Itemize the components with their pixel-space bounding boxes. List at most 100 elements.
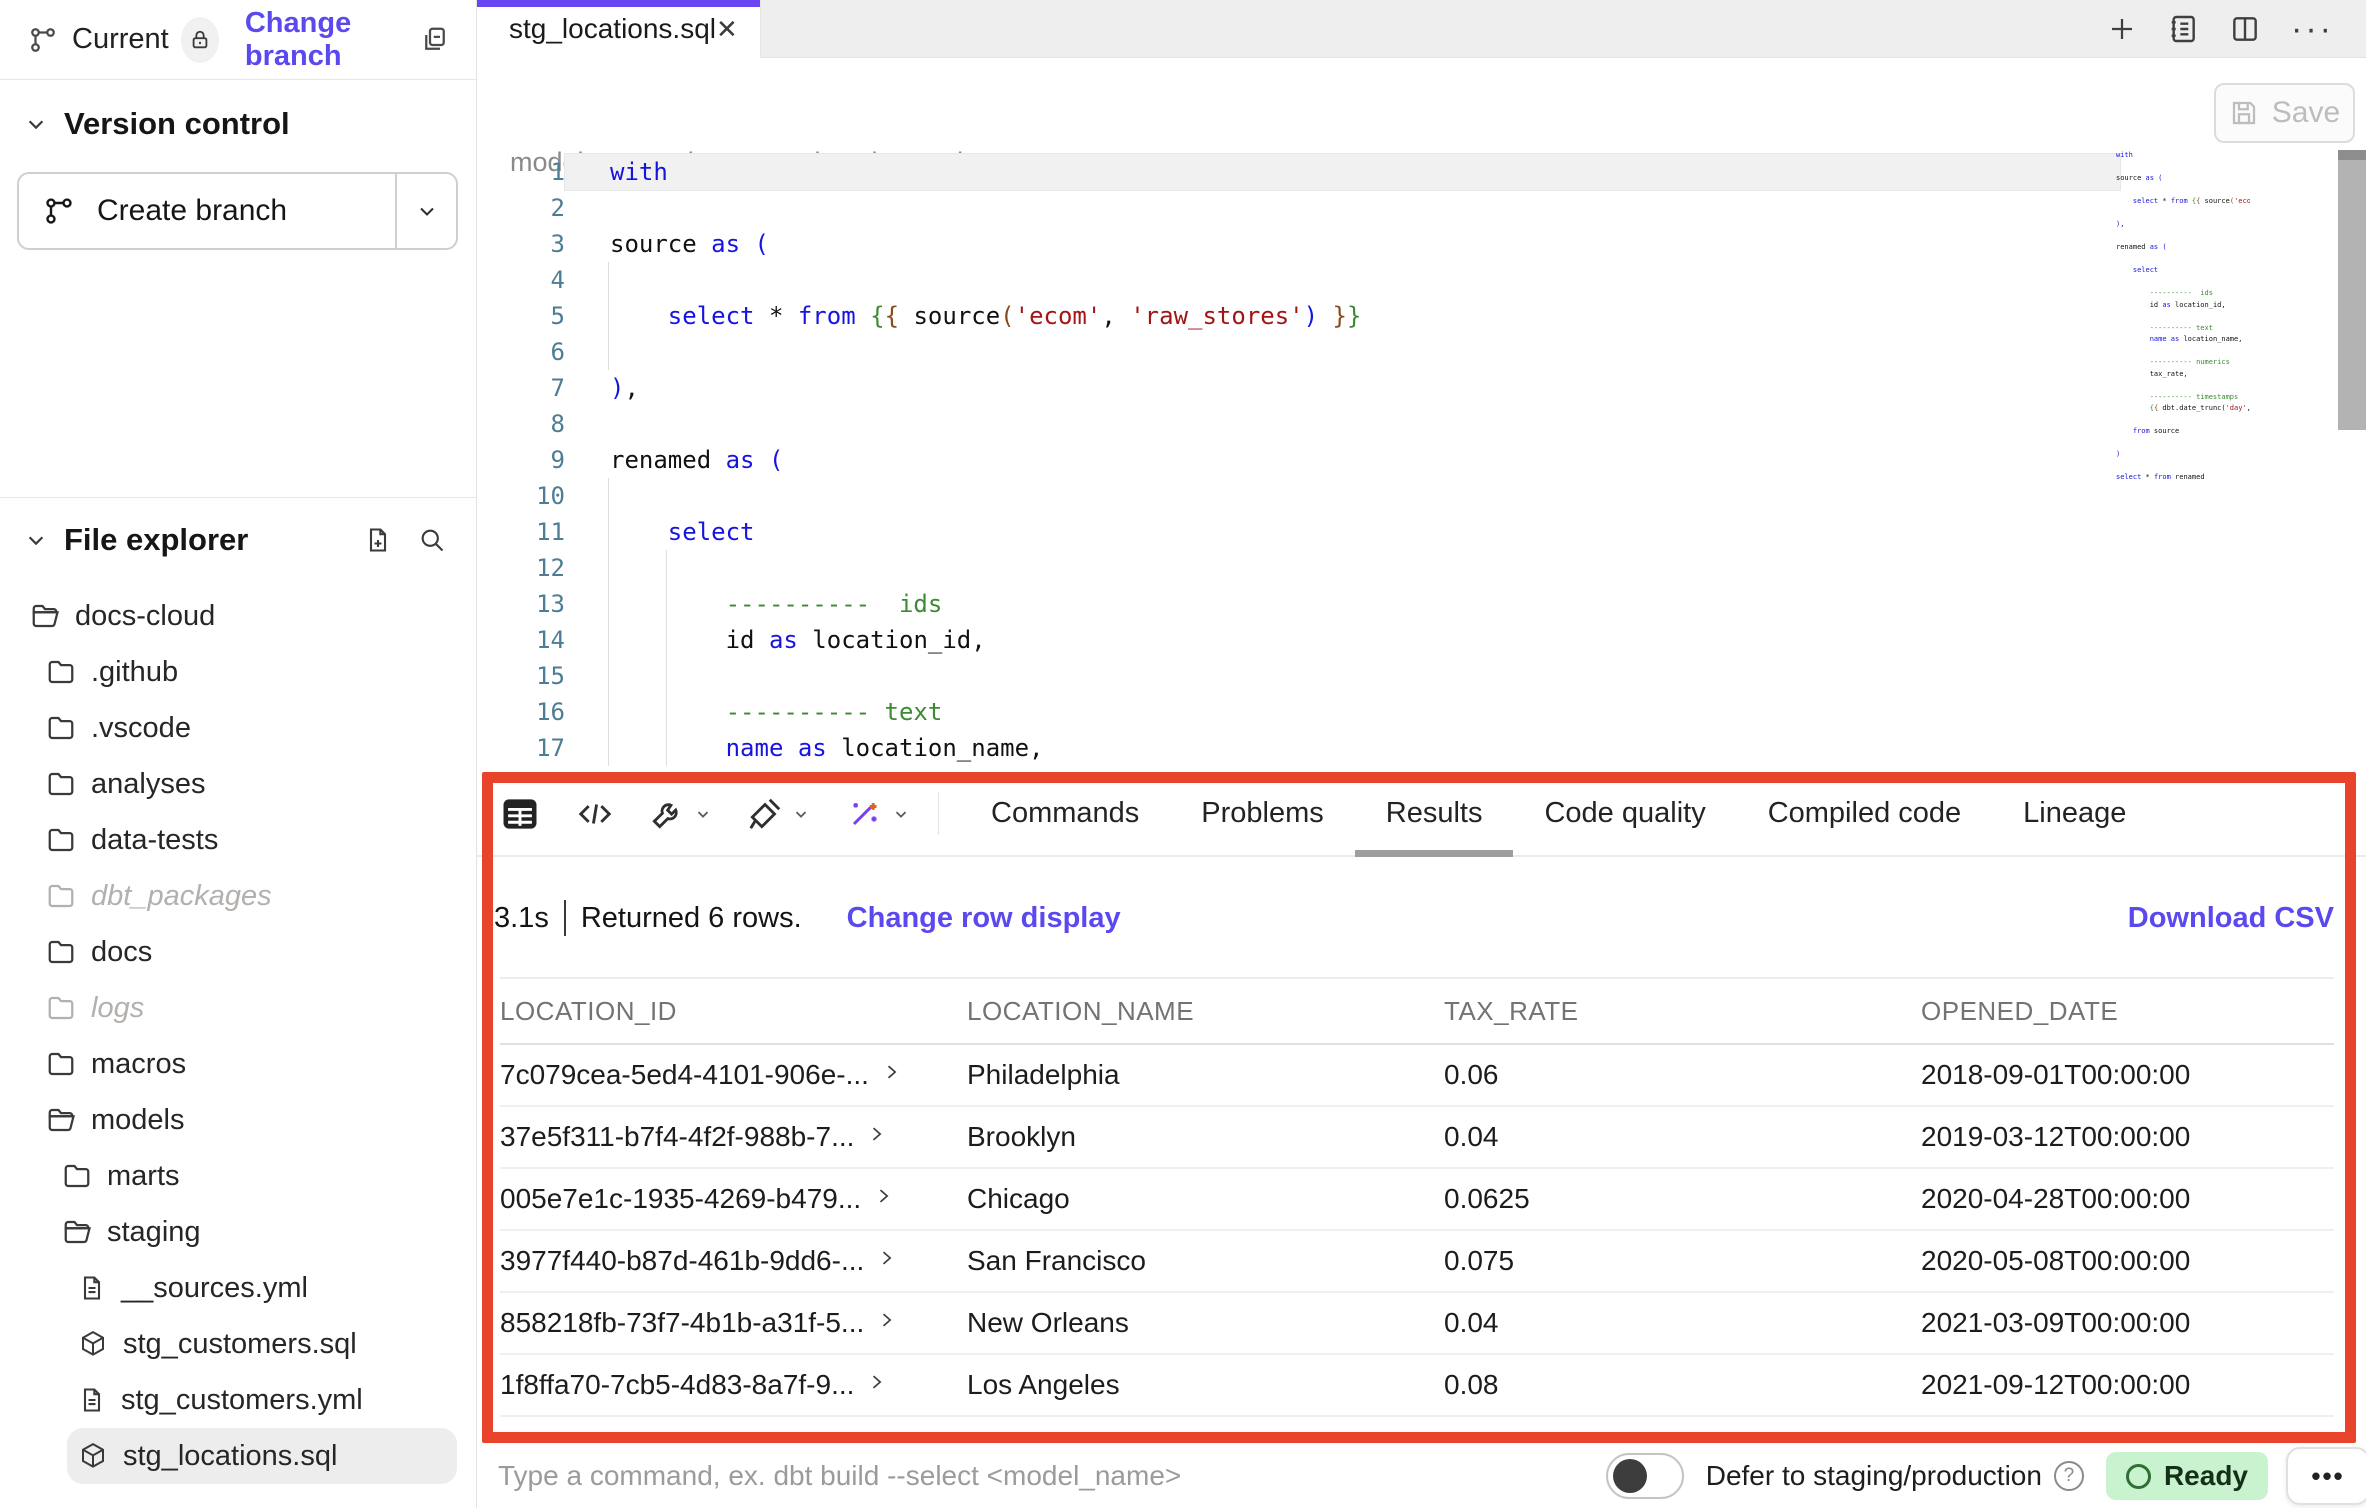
- file-tree-item-macros[interactable]: macros: [35, 1036, 476, 1092]
- change-row-display-link[interactable]: Change row display: [847, 902, 1121, 935]
- code-icon[interactable]: [576, 795, 614, 833]
- expand-cell-icon[interactable]: [876, 1310, 896, 1330]
- cell-location-id: 1f8ffa70-7cb5-4d83-8a7f-9...: [500, 1369, 967, 1401]
- file-tree-item-models[interactable]: models: [35, 1092, 476, 1148]
- file-tree-item-data-tests[interactable]: data-tests: [35, 812, 476, 868]
- code-line-content[interactable]: [565, 478, 2120, 514]
- code-line-content[interactable]: select: [565, 514, 2120, 550]
- folder-icon: [46, 937, 76, 967]
- ready-label: Ready: [2164, 1460, 2248, 1492]
- file-tree-item-docs[interactable]: docs: [35, 924, 476, 980]
- copy-icon[interactable]: [420, 25, 450, 55]
- code-line-content[interactable]: with: [565, 154, 2120, 190]
- folder-open-icon: [62, 1217, 92, 1247]
- code-line-content[interactable]: name as location_name,: [565, 730, 2120, 766]
- code-line-content[interactable]: source as (: [565, 226, 2120, 262]
- expand-cell-icon[interactable]: [876, 1248, 896, 1268]
- panel-tab-problems[interactable]: Problems: [1201, 772, 1324, 855]
- file-tree-item-stg-locations-sql[interactable]: stg_locations.sql: [67, 1428, 457, 1484]
- more-options-icon[interactable]: ···: [2291, 12, 2334, 46]
- chevron-down-icon: [892, 805, 910, 823]
- code-line-content[interactable]: [565, 334, 2120, 370]
- change-branch-link[interactable]: Change branch: [245, 7, 420, 73]
- code-line-content[interactable]: [565, 406, 2120, 442]
- file-tree-label: docs: [91, 936, 152, 969]
- file-tree-label: staging: [107, 1216, 201, 1249]
- tab-stg-locations-sql[interactable]: stg_locations.sql ✕: [477, 0, 761, 58]
- defer-toggle[interactable]: [1606, 1453, 1684, 1499]
- panel-tab-lineage[interactable]: Lineage: [2023, 772, 2126, 855]
- file-tree-item-stg-customers-yml[interactable]: stg_customers.yml: [67, 1372, 476, 1428]
- file-tree-label: .vscode: [91, 712, 191, 745]
- expand-cell-icon[interactable]: [881, 1062, 901, 1082]
- expand-cell-icon[interactable]: [873, 1186, 893, 1206]
- code-line-content[interactable]: [565, 262, 2120, 298]
- command-input[interactable]: Type a command, ex. dbt build --select <…: [498, 1460, 1606, 1492]
- file-tree-item-analyses[interactable]: analyses: [35, 756, 476, 812]
- panel-tab-compiled-code[interactable]: Compiled code: [1768, 772, 1961, 855]
- expand-cell-icon[interactable]: [866, 1124, 886, 1144]
- file-tree-item-staging[interactable]: staging: [51, 1204, 476, 1260]
- close-icon[interactable]: ✕: [716, 14, 738, 45]
- notebook-icon[interactable]: [2167, 13, 2199, 45]
- create-branch-dropdown[interactable]: [395, 174, 456, 248]
- file-tree-item--vscode[interactable]: .vscode: [35, 700, 476, 756]
- code-lines: 1with23source as (45 select * from {{ so…: [477, 154, 2366, 766]
- file-tree-item-marts[interactable]: marts: [51, 1148, 476, 1204]
- statusbar-more-button[interactable]: •••: [2286, 1447, 2366, 1505]
- file-tree-item-docs-cloud[interactable]: docs-cloud: [19, 588, 476, 644]
- file-tree-item--github[interactable]: .github: [35, 644, 476, 700]
- copilot-icon[interactable]: [844, 794, 910, 834]
- code-line-5: 5 select * from {{ source('ecom', 'raw_s…: [477, 298, 2366, 334]
- search-icon[interactable]: [418, 526, 446, 554]
- results-table-icon[interactable]: [498, 792, 542, 836]
- panel-tab-commands[interactable]: Commands: [991, 772, 1139, 855]
- chevron-down-icon[interactable]: [25, 113, 47, 135]
- help-icon[interactable]: ?: [2054, 1461, 2084, 1491]
- code-line-content[interactable]: [565, 550, 2120, 586]
- column-header-location_name: LOCATION_NAME: [967, 996, 1444, 1027]
- chevron-down-icon[interactable]: [25, 529, 47, 551]
- new-file-icon[interactable]: [364, 526, 392, 554]
- code-line-7: 7),: [477, 370, 2366, 406]
- model-icon: [78, 1329, 108, 1359]
- expand-cell-icon[interactable]: [866, 1372, 886, 1392]
- cell-tax-rate: 0.0625: [1444, 1183, 1921, 1215]
- panel-tab-code-quality[interactable]: Code quality: [1544, 772, 1705, 855]
- editor-minimap[interactable]: with source as ( select * from {{ source…: [2116, 150, 2250, 495]
- file-tree-item-logs[interactable]: logs: [35, 980, 476, 1036]
- create-branch-button[interactable]: Create branch: [17, 172, 458, 250]
- branch-icon: [43, 195, 75, 227]
- file-tree-item-dbt-packages[interactable]: dbt_packages: [35, 868, 476, 924]
- code-line-content[interactable]: renamed as (: [565, 442, 2120, 478]
- editor-tabbar: stg_locations.sql ✕ ···: [477, 0, 2366, 58]
- panel-tab-results[interactable]: Results: [1386, 772, 1483, 855]
- split-pane-icon[interactable]: [2229, 13, 2261, 45]
- code-line-content[interactable]: select * from {{ source('ecom', 'raw_sto…: [565, 298, 2120, 334]
- file-tree-label: marts: [107, 1160, 180, 1193]
- toggle-knob: [1613, 1459, 1647, 1493]
- format-icon[interactable]: [746, 795, 810, 833]
- file-tree-item-stg-customers-sql[interactable]: stg_customers.sql: [67, 1316, 476, 1372]
- code-line-content[interactable]: ),: [565, 370, 2120, 406]
- code-editor[interactable]: models›staging›stg_locations.sql Save 1w…: [477, 58, 2366, 772]
- cell-opened-date: 2018-09-01T00:00:00: [1921, 1059, 2334, 1091]
- code-line-content[interactable]: ---------- ids: [565, 586, 2120, 622]
- cell-location-id: 7c079cea-5ed4-4101-906e-...: [500, 1059, 967, 1091]
- cell-location-name: New Orleans: [967, 1307, 1444, 1339]
- download-csv-link[interactable]: Download CSV: [2128, 902, 2334, 935]
- code-line-content[interactable]: [565, 190, 2120, 226]
- code-line-content[interactable]: [565, 658, 2120, 694]
- table-row: 858218fb-73f7-4b1b-a31f-5...New Orleans0…: [500, 1293, 2334, 1355]
- save-button[interactable]: Save: [2214, 83, 2355, 143]
- create-branch-label: Create branch: [97, 194, 287, 228]
- build-icon[interactable]: [648, 795, 712, 833]
- code-line-4: 4: [477, 262, 2366, 298]
- new-tab-icon[interactable]: [2107, 14, 2137, 44]
- file-tree-item--sources-yml[interactable]: __sources.yml: [67, 1260, 476, 1316]
- code-line-content[interactable]: id as location_id,: [565, 622, 2120, 658]
- code-line-9: 9renamed as (: [477, 442, 2366, 478]
- code-line-content[interactable]: ---------- text: [565, 694, 2120, 730]
- line-number: 10: [477, 482, 565, 510]
- editor-scrollbar[interactable]: [2338, 150, 2366, 430]
